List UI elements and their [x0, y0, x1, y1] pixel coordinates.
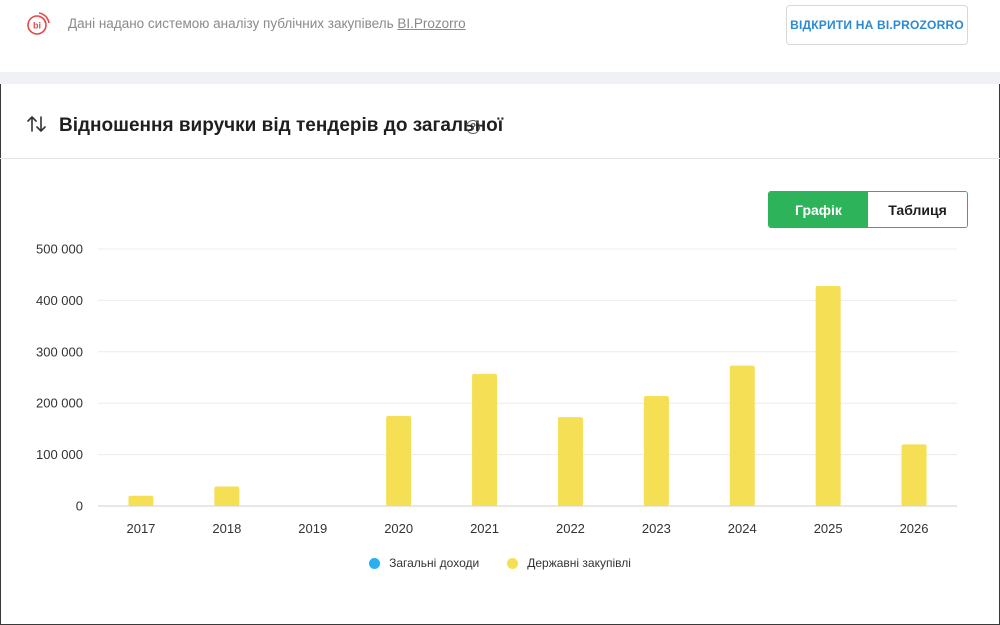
- bar-gov-2024: [729, 365, 755, 506]
- sort-arrows-icon: [27, 116, 46, 132]
- section-header: Відношення виручки від тендерів до загал…: [0, 84, 1000, 159]
- tab-table[interactable]: Таблиця: [868, 192, 967, 227]
- tab-chart[interactable]: Графік: [769, 192, 868, 227]
- logo-text: bi: [33, 21, 41, 31]
- bar-gov-2020: [386, 416, 412, 506]
- x-tick-label: 2020: [384, 521, 413, 536]
- view-toggle: Графік Таблиця: [768, 191, 968, 228]
- x-tick-label: 2025: [814, 521, 843, 536]
- legend-dot-gov: [507, 557, 519, 569]
- section-title: Відношення виручки від тендерів до загал…: [59, 115, 504, 136]
- section-separator: [0, 72, 1000, 84]
- y-tick-label: 400 000: [36, 293, 83, 308]
- legend-item-gov[interactable]: Державні закупівлі: [507, 556, 631, 570]
- bar-gov-2017: [128, 495, 154, 506]
- y-tick-label: 300 000: [36, 344, 83, 359]
- y-tick-label: 0: [76, 499, 83, 514]
- x-tick-label: 2018: [212, 521, 241, 536]
- legend-label-gov: Державні закупівлі: [527, 556, 631, 570]
- bar-gov-2025: [815, 286, 841, 506]
- x-tick-label: 2017: [126, 521, 155, 536]
- source-text: Дані надано системою аналізу публічних з…: [68, 16, 398, 31]
- bar-gov-2018: [214, 486, 240, 506]
- x-tick-label: 2019: [298, 521, 327, 536]
- legend-dot-total: [369, 557, 381, 569]
- y-tick-label: 100 000: [36, 447, 83, 462]
- y-tick-label: 500 000: [36, 242, 83, 257]
- bar-gov-2022: [557, 417, 583, 506]
- x-tick-label: 2024: [728, 521, 757, 536]
- x-tick-label: 2023: [642, 521, 671, 536]
- help-icon[interactable]: ?: [466, 120, 480, 134]
- bar-gov-2026: [901, 444, 927, 506]
- bar-chart: 0 100 000 200 000 300 000 400 000 500 000 2017…: [36, 242, 957, 536]
- y-tick-label: 200 000: [36, 396, 83, 411]
- x-tick-label: 2021: [470, 521, 499, 536]
- open-bi-prozorro-button[interactable]: ВІДКРИТИ НА BI.PROZORRO: [786, 5, 968, 45]
- x-tick-label: 2022: [556, 521, 585, 536]
- x-tick-label: 2026: [900, 521, 929, 536]
- bi-prozorro-logo-icon: bi: [27, 12, 50, 35]
- chart-legend: Загальні доходи Державні закупівлі: [0, 553, 1000, 573]
- bar-gov-2023: [643, 396, 669, 506]
- legend-label-total: Загальні доходи: [389, 556, 480, 570]
- legend-item-total[interactable]: Загальні доходи: [369, 556, 479, 570]
- bar-gov-2021: [472, 373, 498, 506]
- top-bar: bi Дані надано системою аналізу публічни…: [0, 0, 1000, 72]
- source-link[interactable]: BI.Prozorro: [397, 16, 465, 31]
- source-attribution: Дані надано системою аналізу публічних з…: [68, 16, 466, 31]
